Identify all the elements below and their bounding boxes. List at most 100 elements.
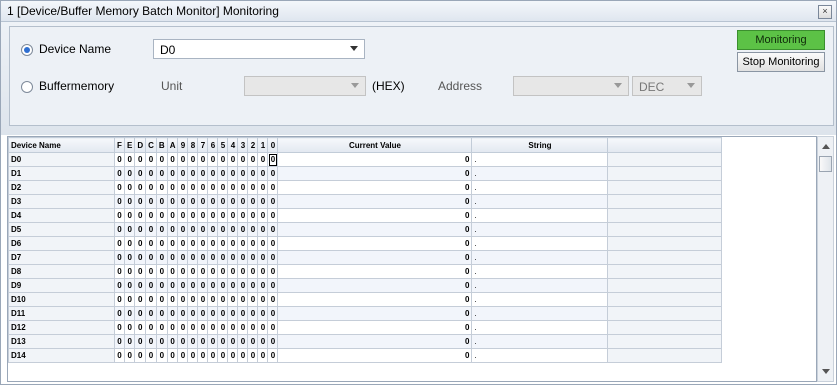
bit-cell[interactable]: 0 xyxy=(166,194,179,209)
bit-cell[interactable]: 0 xyxy=(166,264,179,279)
table-row[interactable]: D0 0 0 0 0 0 0 0 0 0 0 0 0 0 0 0 0 0. xyxy=(8,152,723,167)
chevron-down-icon[interactable] xyxy=(687,83,695,88)
bit-cell[interactable]: 0 xyxy=(247,264,259,279)
bit-cell[interactable]: 0 xyxy=(237,292,249,307)
vertical-scrollbar[interactable] xyxy=(817,136,834,382)
bit-cell[interactable]: 0 xyxy=(207,166,219,181)
current-value-cell[interactable]: 0 xyxy=(277,152,473,167)
bit-cell[interactable]: 0 xyxy=(227,236,239,251)
bit-cell[interactable]: 0 xyxy=(114,208,125,223)
bit-cell[interactable]: 0 xyxy=(123,152,136,167)
bit-cell[interactable]: 0 xyxy=(187,292,199,307)
current-value-cell[interactable]: 0 xyxy=(277,348,473,363)
bit-cell[interactable]: 0 xyxy=(197,152,209,167)
string-cell[interactable]: . xyxy=(471,208,609,223)
bit-cell[interactable]: 0 xyxy=(114,152,125,167)
bit-cell[interactable]: 0 xyxy=(166,180,179,195)
bit-cell[interactable]: 0 xyxy=(237,334,249,349)
bit-cell[interactable]: 0 xyxy=(134,306,147,321)
bit-cell[interactable]: 0 xyxy=(207,292,219,307)
close-icon[interactable]: × xyxy=(818,5,832,19)
bit-cell[interactable]: 0 xyxy=(155,292,168,307)
bit-cell[interactable]: 0 xyxy=(207,250,219,265)
string-cell[interactable]: . xyxy=(471,320,609,335)
bit-cell[interactable]: 0 xyxy=(237,306,249,321)
bit-cell[interactable]: 0 xyxy=(123,236,136,251)
bit-cell[interactable]: 0 xyxy=(166,348,179,363)
bit-cell[interactable]: 0 xyxy=(217,166,229,181)
bit-cell[interactable]: 0 xyxy=(207,152,219,167)
bit-cell[interactable]: 0 xyxy=(166,208,179,223)
bit-cell[interactable]: 0 xyxy=(257,152,269,167)
bit-cell[interactable]: 0 xyxy=(237,264,249,279)
scroll-up-icon[interactable] xyxy=(822,144,830,149)
chevron-down-icon[interactable] xyxy=(614,83,622,88)
bit-cell[interactable]: 0 xyxy=(155,236,168,251)
bit-cell[interactable]: 0 xyxy=(227,306,239,321)
bit-cell[interactable]: 0 xyxy=(257,208,269,223)
string-cell[interactable]: . xyxy=(471,348,609,363)
string-cell[interactable]: . xyxy=(471,264,609,279)
bit-cell[interactable]: 0 xyxy=(197,222,209,237)
bit-cell[interactable]: 0 xyxy=(134,334,147,349)
bit-cell[interactable]: 0 xyxy=(134,152,147,167)
bit-cell[interactable]: 0 xyxy=(134,222,147,237)
bit-cell[interactable]: 0 xyxy=(267,236,279,251)
bit-cell[interactable]: 0 xyxy=(134,166,147,181)
bit-cell[interactable]: 0 xyxy=(267,194,279,209)
bit-cell[interactable]: 0 xyxy=(247,250,259,265)
bit-cell[interactable]: 0 xyxy=(187,250,199,265)
bit-cell[interactable]: 0 xyxy=(217,222,229,237)
bit-cell[interactable]: 0 xyxy=(227,320,239,335)
current-value-cell[interactable]: 0 xyxy=(277,236,473,251)
bit-cell[interactable]: 0 xyxy=(257,320,269,335)
bit-cell[interactable]: 0 xyxy=(197,320,209,335)
bit-cell[interactable]: 0 xyxy=(114,320,125,335)
table-row[interactable]: D10 0 0 0 0 0 0 0 0 0 0 0 0 0 0 0 0 0. xyxy=(8,292,723,307)
bit-cell[interactable]: 0 xyxy=(155,348,168,363)
bit-cell[interactable]: 0 xyxy=(247,306,259,321)
bit-cell[interactable]: 0 xyxy=(227,264,239,279)
device-name-combo[interactable]: D0 xyxy=(153,39,365,59)
bit-cell[interactable]: 0 xyxy=(247,152,259,167)
bit-cell[interactable]: 0 xyxy=(217,264,229,279)
bit-cell[interactable]: 0 xyxy=(197,292,209,307)
bit-cell[interactable]: 0 xyxy=(177,264,189,279)
bit-cell[interactable]: 0 xyxy=(247,334,259,349)
bit-cell[interactable]: 0 xyxy=(227,250,239,265)
bit-cell[interactable]: 0 xyxy=(207,264,219,279)
bit-cell[interactable]: 0 xyxy=(267,320,279,335)
bit-cell[interactable]: 0 xyxy=(247,236,259,251)
bit-cell[interactable]: 0 xyxy=(187,180,199,195)
bit-cell[interactable]: 0 xyxy=(247,320,259,335)
bit-cell[interactable]: 0 xyxy=(257,222,269,237)
bit-cell[interactable]: 0 xyxy=(123,334,136,349)
scroll-thumb[interactable] xyxy=(819,156,832,172)
table-row[interactable]: D1 0 0 0 0 0 0 0 0 0 0 0 0 0 0 0 0 0. xyxy=(8,166,723,181)
bit-cell[interactable]: 0 xyxy=(177,152,189,167)
bit-cell[interactable]: 0 xyxy=(227,334,239,349)
bit-cell[interactable]: 0 xyxy=(217,306,229,321)
device-name-radio[interactable] xyxy=(21,44,33,56)
bit-cell[interactable]: 0 xyxy=(177,320,189,335)
chevron-down-icon[interactable] xyxy=(350,46,358,51)
bit-cell[interactable]: 0 xyxy=(123,264,136,279)
bit-cell[interactable]: 0 xyxy=(145,166,157,181)
bit-cell[interactable]: 0 xyxy=(177,292,189,307)
bit-cell[interactable]: 0 xyxy=(267,152,279,167)
bit-cell[interactable]: 0 xyxy=(145,236,157,251)
current-value-cell[interactable]: 0 xyxy=(277,306,473,321)
bit-cell[interactable]: 0 xyxy=(166,236,179,251)
current-value-cell[interactable]: 0 xyxy=(277,292,473,307)
bit-cell[interactable]: 0 xyxy=(177,306,189,321)
bit-cell[interactable]: 0 xyxy=(155,334,168,349)
bit-cell[interactable]: 0 xyxy=(145,334,157,349)
bit-cell[interactable]: 0 xyxy=(257,264,269,279)
bit-cell[interactable]: 0 xyxy=(166,250,179,265)
bit-cell[interactable]: 0 xyxy=(155,306,168,321)
bit-cell[interactable]: 0 xyxy=(177,180,189,195)
current-value-cell[interactable]: 0 xyxy=(277,278,473,293)
bit-cell[interactable]: 0 xyxy=(237,222,249,237)
bit-cell[interactable]: 0 xyxy=(114,348,125,363)
bit-cell[interactable]: 0 xyxy=(257,180,269,195)
